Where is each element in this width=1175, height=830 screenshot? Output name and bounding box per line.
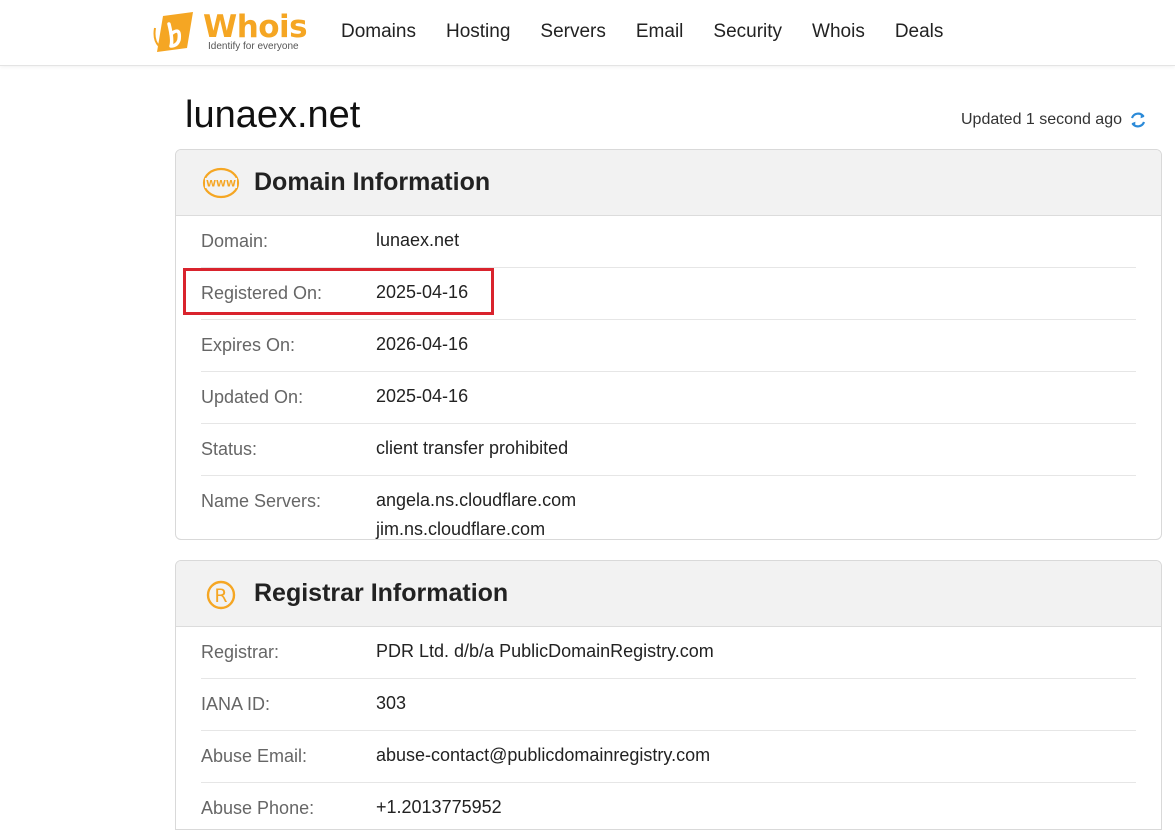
domain-information-header: WWW Domain Information (176, 150, 1161, 216)
row-expires-on: Expires On: 2026-04-16 (201, 320, 1136, 372)
row-updated-on: Updated On: 2025-04-16 (201, 372, 1136, 424)
svg-text:WWW: WWW (206, 180, 236, 190)
nav-servers[interactable]: Servers (525, 18, 620, 46)
iana-id-value: 303 (376, 693, 407, 713)
registrar-information-rows: Registrar: PDR Ltd. d/b/a PublicDomainRe… (176, 627, 1161, 829)
status-label: Status: (201, 439, 258, 459)
registered-on-highlight (183, 268, 494, 315)
svg-text:R: R (214, 585, 227, 607)
row-name-servers: Name Servers: angela.ns.cloudflare.com j… (201, 476, 1136, 539)
abuse-phone-value: +1.2013775952 (376, 797, 502, 817)
name-server-item: jim.ns.cloudflare.com (376, 519, 546, 539)
domain-information-card: WWW Domain Information Domain: lunaex.ne… (175, 149, 1162, 540)
domain-value: lunaex.net (376, 230, 460, 250)
site-header: Whois Identify for everyone Domains Host… (0, 0, 1175, 66)
registrar-label: Registrar: (201, 642, 280, 662)
iana-id-label: IANA ID: (201, 694, 271, 714)
updated-text: Updated 1 second ago (960, 111, 1122, 128)
logo-tagline: Identify for everyone (208, 41, 299, 52)
row-domain: Domain: lunaex.net (201, 216, 1136, 268)
page-title: lunaex.net (185, 94, 361, 136)
name-server-item: angela.ns.cloudflare.com (376, 490, 577, 510)
registrar-information-card: R Registrar Information Registrar: PDR L… (175, 560, 1162, 830)
row-abuse-phone: Abuse Phone: +1.2013775952 (201, 783, 1136, 829)
expires-on-label: Expires On: (201, 335, 296, 355)
registrar-value: PDR Ltd. d/b/a PublicDomainRegistry.com (376, 641, 714, 661)
nav-hosting[interactable]: Hosting (431, 18, 525, 46)
domain-information-rows: Domain: lunaex.net Registered On: 2025-0… (176, 216, 1161, 539)
whois-logo[interactable]: Whois Identify for everyone (153, 8, 313, 58)
abuse-email-label: Abuse Email: (201, 746, 308, 766)
updated-on-value: 2025-04-16 (376, 386, 469, 406)
nav-deals[interactable]: Deals (880, 18, 959, 46)
logo-wordmark: Whois (203, 9, 308, 45)
domain-information-title: Domain Information (254, 168, 491, 196)
row-registrar: Registrar: PDR Ltd. d/b/a PublicDomainRe… (201, 627, 1136, 679)
row-status: Status: client transfer prohibited (201, 424, 1136, 476)
status-value: client transfer prohibited (376, 438, 569, 458)
whois-logo-icon (153, 12, 193, 52)
refresh-icon[interactable] (1128, 110, 1148, 130)
registered-icon: R (206, 580, 236, 610)
www-icon: WWW (202, 167, 240, 199)
nav-domains[interactable]: Domains (326, 18, 431, 46)
abuse-phone-label: Abuse Phone: (201, 798, 315, 818)
nav-security[interactable]: Security (698, 18, 797, 46)
name-servers-label: Name Servers: (201, 491, 322, 511)
updated-on-label: Updated On: (201, 387, 304, 407)
registrar-information-header: R Registrar Information (176, 561, 1161, 627)
updated-status: Updated 1 second ago (961, 110, 1148, 130)
name-servers-value: angela.ns.cloudflare.com jim.ns.cloudfla… (376, 486, 577, 539)
row-abuse-email: Abuse Email: abuse-contact@publicdomainr… (201, 731, 1136, 783)
expires-on-value: 2026-04-16 (376, 334, 469, 354)
registrar-information-title: Registrar Information (254, 579, 509, 607)
row-iana-id: IANA ID: 303 (201, 679, 1136, 731)
nav-email[interactable]: Email (621, 18, 699, 46)
abuse-email-value[interactable]: abuse-contact@publicdomainregistry.com (376, 741, 710, 770)
nav-whois[interactable]: Whois (797, 18, 880, 46)
domain-label: Domain: (201, 231, 269, 251)
main-nav: Domains Hosting Servers Email Security W… (326, 18, 958, 46)
